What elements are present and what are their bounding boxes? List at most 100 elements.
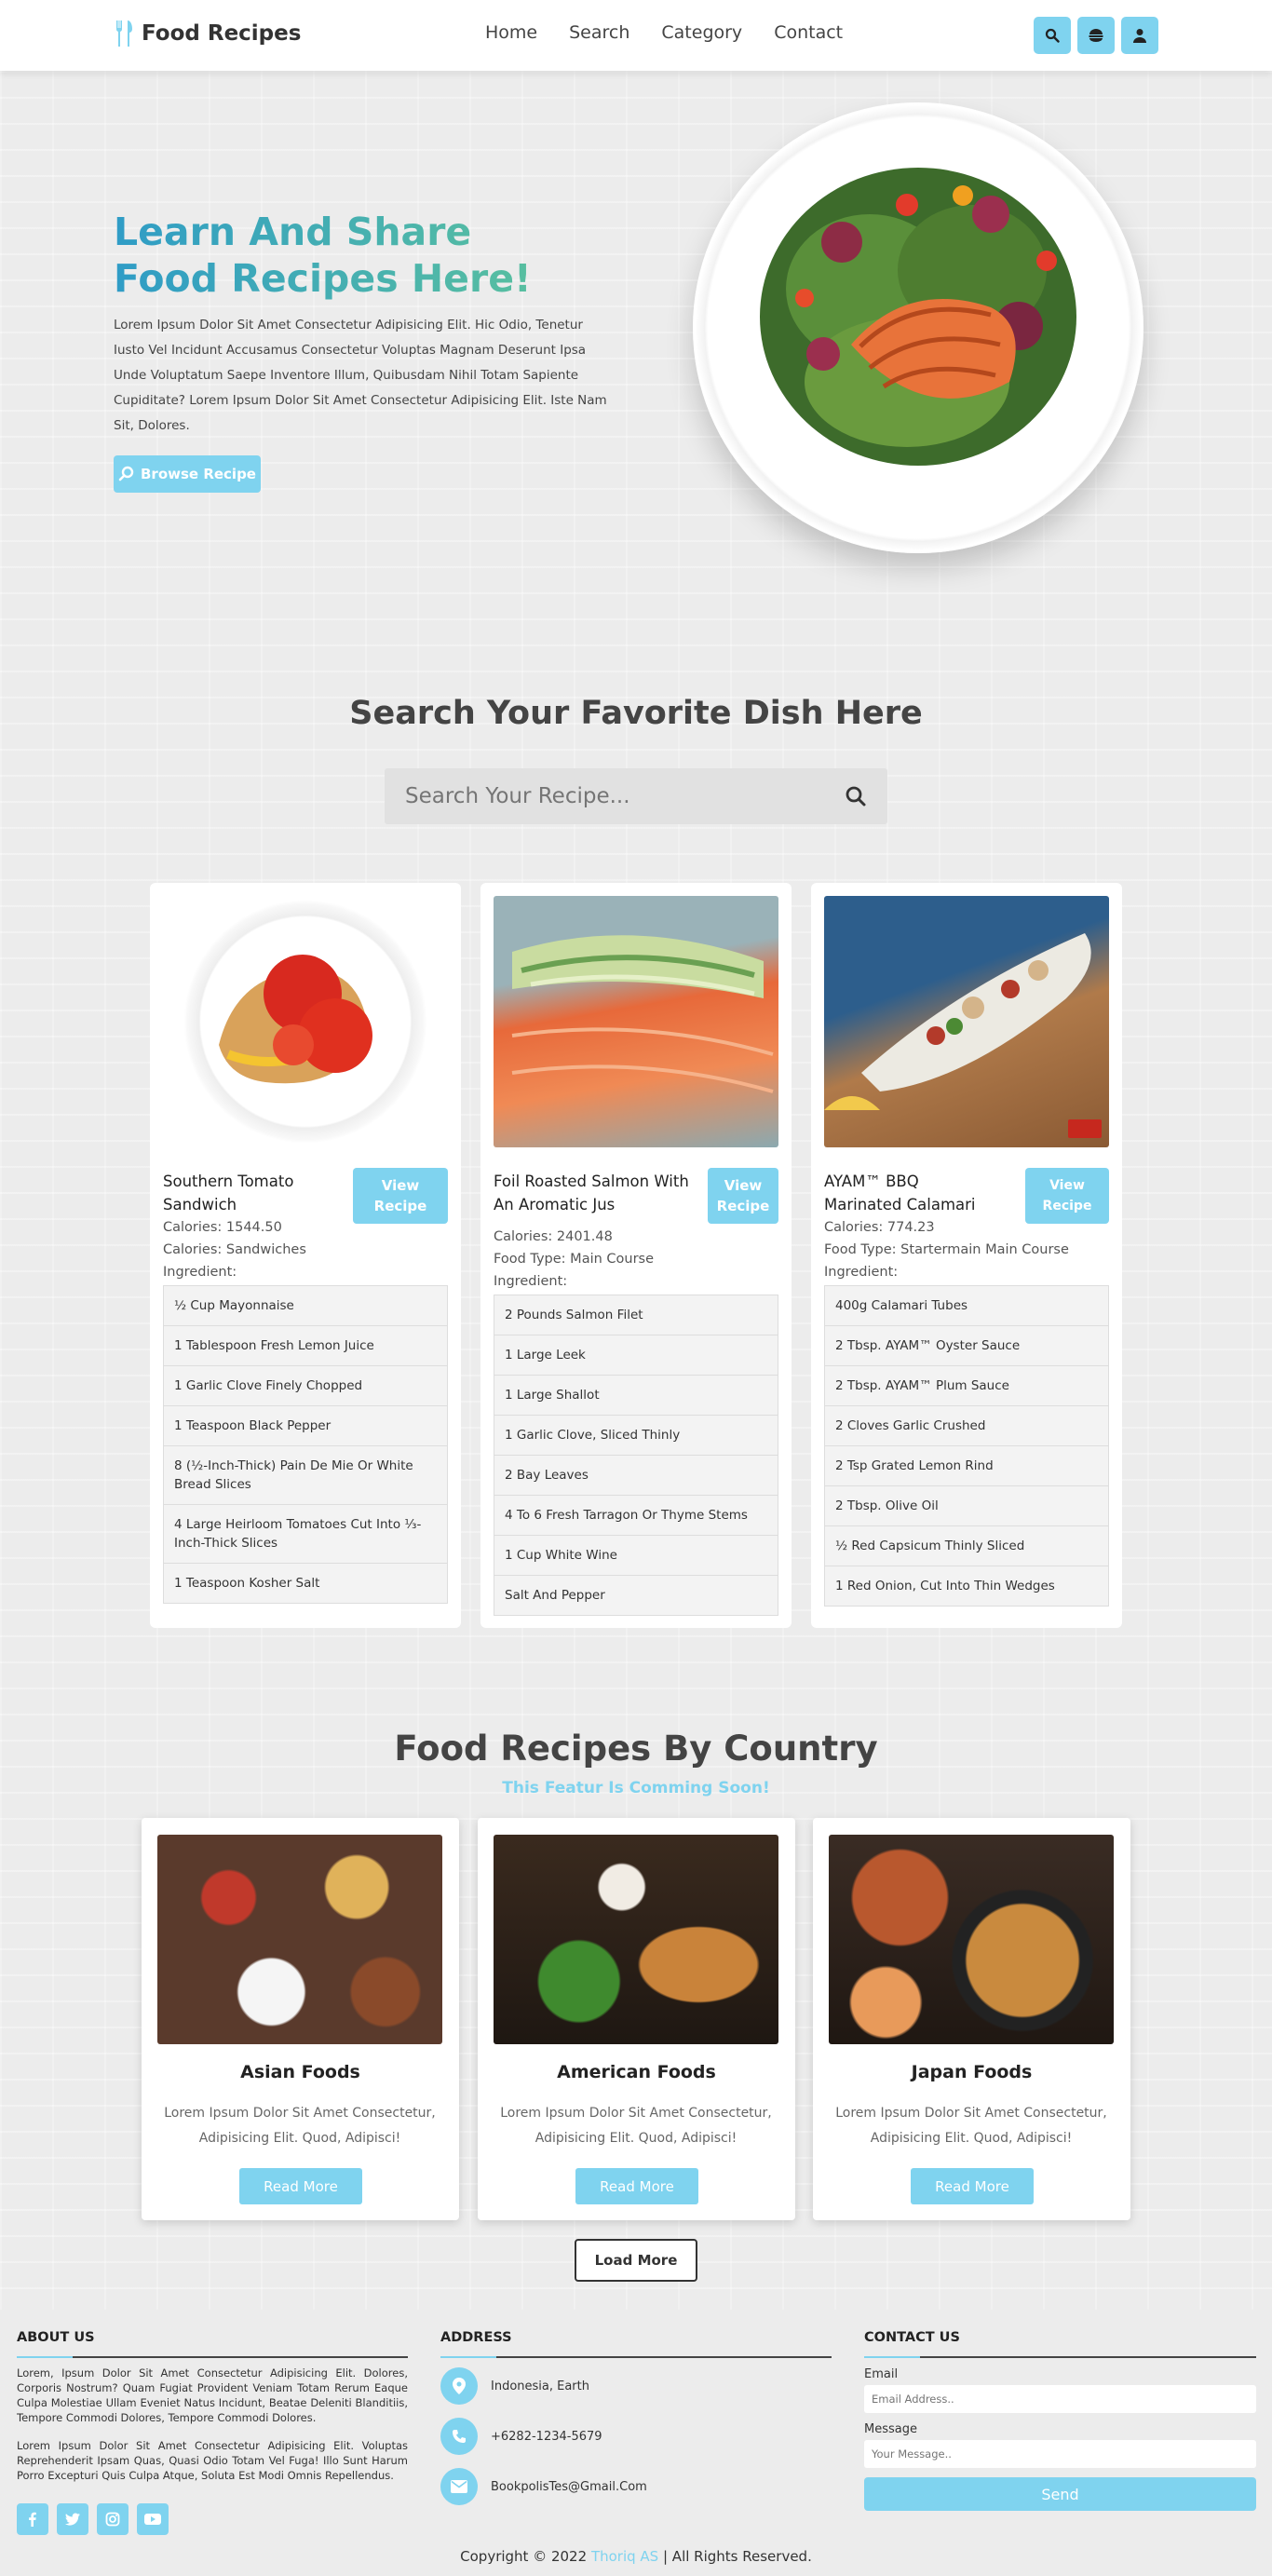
- view-recipe-button[interactable]: View Recipe: [708, 1168, 778, 1224]
- country-card: American Foods Lorem Ipsum Dolor Sit Ame…: [478, 1818, 795, 2220]
- ingredient-list: 400g Calamari Tubes 2 Tbsp. AYAM™ Oyster…: [824, 1285, 1109, 1607]
- read-more-button[interactable]: Read More: [575, 2168, 698, 2204]
- american-foods-image: [494, 1835, 778, 2044]
- country-description: Lorem Ipsum Dolor Sit Amet Consectetur, …: [500, 2106, 772, 2146]
- address-email-row: BookpolisTes@Gmail.Com: [440, 2468, 832, 2505]
- browse-recipe-button[interactable]: Browse Recipe: [114, 455, 261, 493]
- list-item: 1 Garlic Clove Finely Chopped: [164, 1366, 447, 1406]
- footer-address: ADDRESS Indonesia, Earth +6282-1234-5679…: [440, 2330, 832, 2505]
- twitter-icon: [65, 2513, 80, 2526]
- country-name: American Foods: [557, 2062, 716, 2082]
- address-phone[interactable]: +6282-1234-5679: [491, 2430, 602, 2444]
- list-item: 2 Tbsp. AYAM™ Plum Sauce: [825, 1366, 1108, 1406]
- recipe-image-calamari: [824, 896, 1109, 1147]
- list-item: 4 Large Heirloom Tomatoes Cut Into ⅓-Inc…: [164, 1505, 447, 1564]
- recipe-food-type: Calories: Sandwiches: [163, 1242, 306, 1257]
- salad-illustration: [760, 168, 1076, 466]
- recipe-header: Foil Roasted Salmon With An Aromatic Jus…: [494, 1168, 778, 1224]
- search-button[interactable]: [1034, 17, 1071, 54]
- list-item: 1 Garlic Clove, Sliced Thinly: [494, 1416, 778, 1456]
- header-actions: [1034, 17, 1158, 54]
- hero-title: Learn And Share Food Recipes Here!: [114, 209, 532, 302]
- calamari-illustration: [824, 933, 1102, 1138]
- salmon-illustration: [511, 935, 774, 1093]
- search-icon[interactable]: [845, 785, 867, 807]
- hero-title-line1: Learn And Share: [114, 210, 472, 254]
- list-item: ½ Cup Mayonnaise: [164, 1286, 447, 1326]
- menu-button[interactable]: [1077, 17, 1115, 54]
- list-item: 8 (½-Inch-Thick) Pain De Mie Or White Br…: [164, 1446, 447, 1505]
- ingredient-list: 2 Pounds Salmon Filet 1 Large Leek 1 Lar…: [494, 1295, 778, 1616]
- nav-home[interactable]: Home: [485, 22, 537, 43]
- main-nav: Home Search Category Contact: [485, 22, 843, 43]
- read-more-button[interactable]: Read More: [239, 2168, 362, 2204]
- read-more-button[interactable]: Read More: [911, 2168, 1034, 2204]
- country-name: Asian Foods: [240, 2062, 360, 2082]
- country-name: Japan Foods: [911, 2062, 1033, 2082]
- twitter-link[interactable]: [57, 2503, 88, 2535]
- country-description: Lorem Ipsum Dolor Sit Amet Consectetur, …: [835, 2106, 1107, 2146]
- about-title: ABOUT US: [17, 2330, 408, 2358]
- list-item: 1 Cup White Wine: [494, 1536, 778, 1576]
- list-item: 1 Large Shallot: [494, 1376, 778, 1416]
- location-pin-icon: [440, 2367, 478, 2405]
- about-paragraph-2: Lorem Ipsum Dolor Sit Amet Consectetur A…: [17, 2439, 408, 2482]
- email-label: Email: [864, 2367, 899, 2381]
- nav-contact[interactable]: Contact: [774, 22, 843, 43]
- user-button[interactable]: [1121, 17, 1158, 54]
- japan-foods-image: [829, 1835, 1114, 2044]
- list-item: 2 Tsp Grated Lemon Rind: [825, 1446, 1108, 1486]
- address-title: ADDRESS: [440, 2330, 832, 2358]
- recipe-search-box: [385, 768, 887, 824]
- author-link[interactable]: Thoriq AS: [591, 2548, 658, 2565]
- site-footer: ABOUT US Lorem, Ipsum Dolor Sit Amet Con…: [0, 2310, 1272, 2576]
- load-more-button[interactable]: Load More: [575, 2239, 697, 2282]
- list-item: 2 Tbsp. AYAM™ Oyster Sauce: [825, 1326, 1108, 1366]
- facebook-link[interactable]: [17, 2503, 48, 2535]
- phone-icon: [440, 2418, 478, 2455]
- list-item: 2 Cloves Garlic Crushed: [825, 1406, 1108, 1446]
- recipe-ingredient-label: Ingredient:: [494, 1274, 568, 1289]
- youtube-link[interactable]: [137, 2503, 169, 2535]
- list-item: 4 To 6 Fresh Tarragon Or Thyme Stems: [494, 1496, 778, 1536]
- utensils-icon: [115, 20, 132, 47]
- list-item: 2 Pounds Salmon Filet: [494, 1295, 778, 1335]
- nav-search[interactable]: Search: [569, 22, 629, 43]
- recipe-name: Southern Tomato Sandwich: [163, 1173, 294, 1213]
- view-recipe-button[interactable]: View Recipe: [353, 1168, 448, 1224]
- list-item: 2 Bay Leaves: [494, 1456, 778, 1496]
- copyright-prefix: Copyright © 2022: [460, 2548, 588, 2565]
- list-item: ½ Red Capsicum Thinly Sliced: [825, 1526, 1108, 1566]
- email-field[interactable]: [864, 2385, 1256, 2413]
- message-field[interactable]: [864, 2440, 1256, 2468]
- list-item: 1 Teaspoon Black Pepper: [164, 1406, 447, 1446]
- list-item: Salt And Pepper: [494, 1576, 778, 1615]
- view-recipe-button[interactable]: View Recipe: [1025, 1168, 1109, 1224]
- logo[interactable]: Food Recipes: [114, 20, 301, 47]
- list-item: 1 Teaspoon Kosher Salt: [164, 1564, 447, 1603]
- contact-title: CONTACT US: [864, 2330, 1256, 2358]
- recipe-search-input[interactable]: [405, 784, 845, 808]
- search-icon: [1045, 28, 1060, 43]
- recipe-image-tomato-sandwich: [163, 896, 448, 1147]
- list-item: 2 Tbsp. Olive Oil: [825, 1486, 1108, 1526]
- country-section-subtitle: This Featur Is Comming Soon!: [502, 1779, 770, 1797]
- instagram-link[interactable]: [97, 2503, 129, 2535]
- footer-about: ABOUT US Lorem, Ipsum Dolor Sit Amet Con…: [17, 2330, 408, 2535]
- recipe-card: Southern Tomato Sandwich View Recipe Cal…: [150, 883, 461, 1628]
- social-links: [17, 2503, 408, 2535]
- hero-description: Lorem Ipsum Dolor Sit Amet Consectetur A…: [114, 318, 607, 433]
- list-item: 400g Calamari Tubes: [825, 1286, 1108, 1326]
- address-location-row: Indonesia, Earth: [440, 2367, 832, 2405]
- recipe-header: AYAM™ BBQ Marinated Calamari View Recipe: [824, 1168, 1109, 1224]
- recipe-header: Southern Tomato Sandwich View Recipe: [163, 1168, 448, 1224]
- list-item: 1 Tablespoon Fresh Lemon Juice: [164, 1326, 447, 1366]
- recipe-ingredient-label: Ingredient:: [163, 1265, 237, 1280]
- instagram-icon: [105, 2512, 120, 2527]
- nav-category[interactable]: Category: [661, 22, 742, 43]
- address-email[interactable]: BookpolisTes@Gmail.Com: [491, 2480, 647, 2494]
- hero-salad-image: [693, 102, 1143, 553]
- browse-recipe-label: Browse Recipe: [141, 466, 256, 482]
- recipe-food-type: Food Type: Main Course: [494, 1252, 655, 1267]
- send-button[interactable]: Send: [864, 2477, 1256, 2511]
